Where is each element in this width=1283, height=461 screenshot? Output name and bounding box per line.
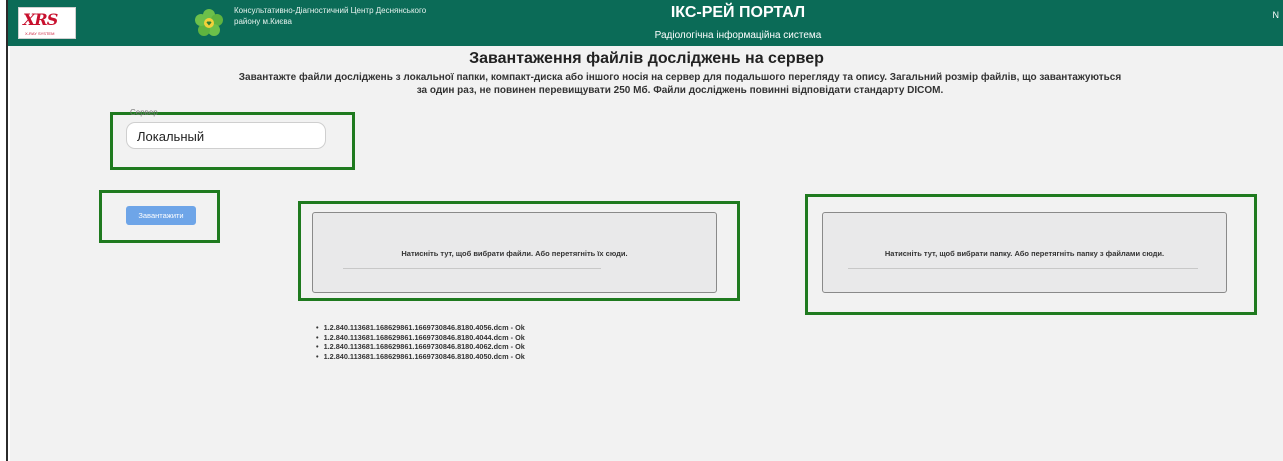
list-item: 1.2.840.113681.168629861.1669730846.8180… — [316, 323, 525, 333]
files-dropzone-text: Натисніть тут, щоб вибрати файли. Або пе… — [401, 249, 628, 258]
description-line1: Завантажте файли досліджень з локальної … — [238, 72, 1122, 83]
portal-subtitle: Радіологічна інформаційна система — [654, 30, 822, 41]
logo-subtext: X-RAY SYSTEM — [25, 31, 55, 36]
page-description: Завантажте файли досліджень з локальної … — [210, 71, 1150, 97]
app-header: XRS X-RAY SYSTEM Консультативно-Діагност… — [8, 0, 1283, 46]
clinic-flower-icon — [195, 9, 223, 36]
clinic-name-line1: Консультативно-Діагностичний Центр Десня… — [234, 6, 427, 15]
server-label: Сервер — [130, 108, 158, 117]
clinic-name-line2: району м.Києва — [234, 17, 292, 26]
folder-dropzone[interactable]: Натисніть тут, щоб вибрати папку. Або пе… — [822, 212, 1227, 293]
list-item: 1.2.840.113681.168629861.1669730846.8180… — [316, 333, 525, 343]
uploaded-files-list: 1.2.840.113681.168629861.1669730846.8180… — [316, 323, 525, 361]
header-right-mark: N — [1272, 10, 1280, 20]
clinic-name: Консультативно-Діагностичний Центр Десня… — [234, 5, 474, 27]
server-select[interactable]: Локальный — [126, 122, 326, 149]
upload-button[interactable]: Завантажити — [126, 206, 196, 225]
list-item: 1.2.840.113681.168629861.1669730846.8180… — [316, 342, 525, 352]
page-title: Завантаження файлів досліджень на сервер — [469, 50, 824, 67]
folder-dropzone-text: Натисніть тут, щоб вибрати папку. Або пе… — [884, 249, 1165, 258]
xrs-logo[interactable]: XRS X-RAY SYSTEM — [18, 7, 76, 39]
files-dropzone[interactable]: Натисніть тут, щоб вибрати файли. Або пе… — [312, 212, 717, 293]
logo-text: XRS — [23, 10, 58, 29]
folder-dropzone-divider — [848, 268, 1198, 269]
files-dropzone-divider — [343, 268, 601, 269]
window-left-edge — [0, 0, 8, 461]
portal-title: ІКС-РЕЙ ПОРТАЛ — [670, 4, 806, 21]
main-content: Завантаження файлів досліджень на сервер… — [10, 46, 1283, 461]
description-line2: за один раз, не повинен перевищувати 250… — [416, 85, 944, 96]
list-item: 1.2.840.113681.168629861.1669730846.8180… — [316, 352, 525, 362]
